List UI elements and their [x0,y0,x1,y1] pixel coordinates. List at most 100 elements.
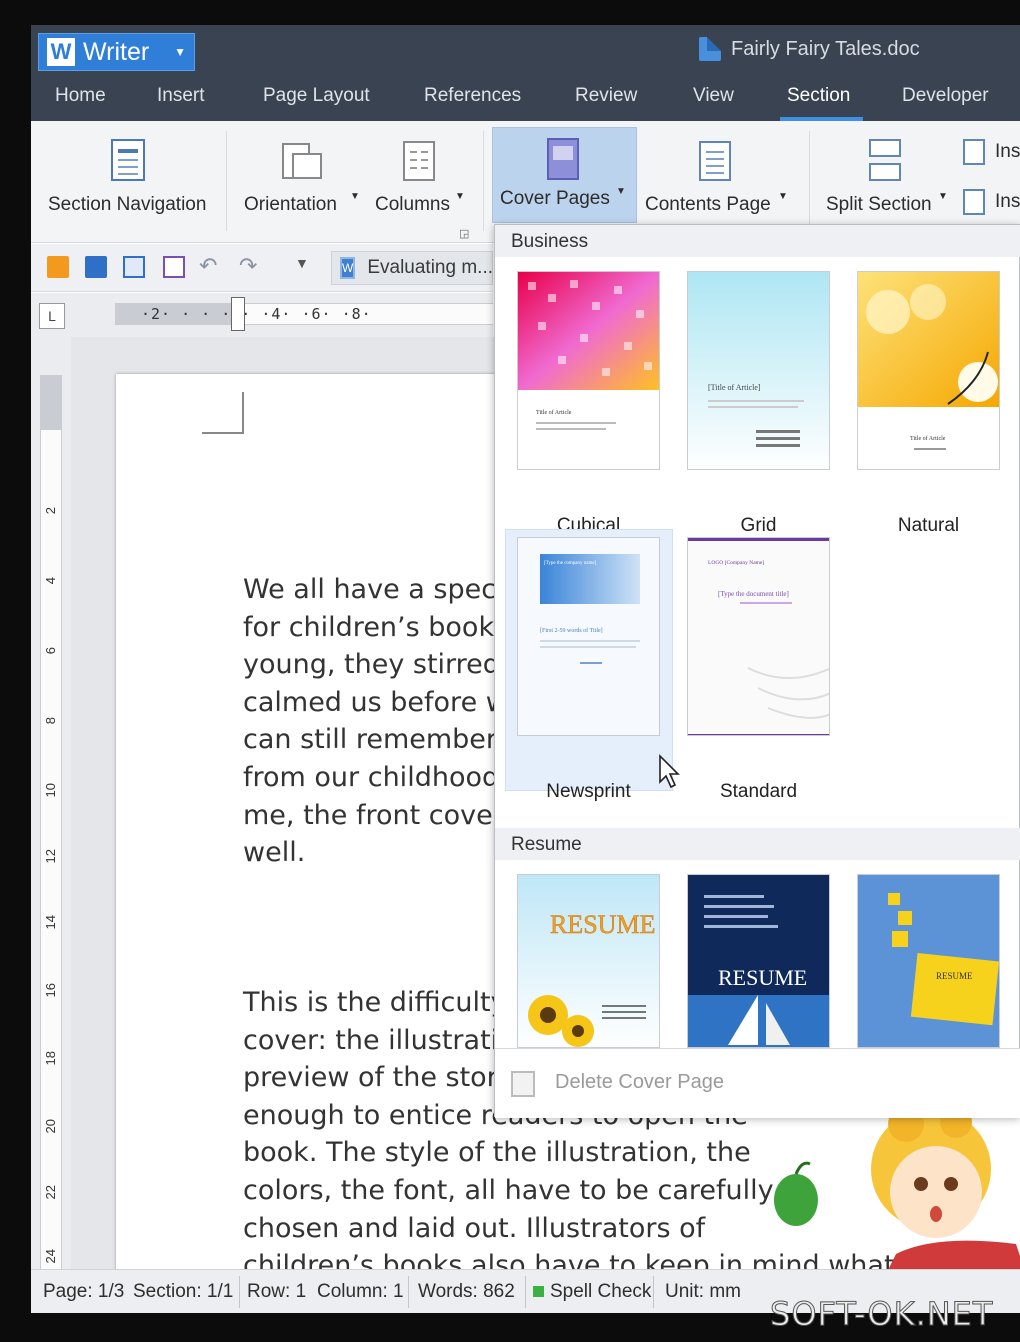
thumb-title: Title of Article [536,409,572,416]
resume-sailboat-preview: RESUME [688,875,829,1047]
resume-sticky-preview: RESUME [858,875,999,1047]
open-folder-icon[interactable] [47,256,69,278]
word-document-icon: W [340,257,356,279]
orientation-button[interactable]: Orientation ▼ [236,127,361,223]
status-words[interactable]: Words: 862 [418,1281,515,1303]
cover-label-grid: Grid [740,515,777,536]
tab-home[interactable]: Home [55,85,106,107]
split-section-icon-lower [869,163,901,181]
title-bar: W Writer ▼ Fairly Fairy Tales.doc [31,25,1020,75]
writer-window: W Writer ▼ Fairly Fairy Tales.doc Home I… [31,25,1020,1313]
indent-marker[interactable] [231,297,245,331]
tab-view[interactable]: View [693,85,734,107]
cover-thumb-natural[interactable]: Title of Article [857,271,1000,470]
thumb-title: [Type the document title] [718,590,789,598]
ruler-number: 20 [43,1119,58,1134]
print-preview-icon[interactable] [163,256,185,278]
ruler-margin [40,375,62,430]
insert-section-icon [963,189,985,215]
ruler-number: 18 [43,1051,58,1066]
delete-cover-page-icon [511,1071,535,1097]
resume-section-header: Resume [495,828,1020,860]
contents-page-icon [699,141,731,181]
status-column[interactable]: Column: 1 [317,1281,404,1303]
undo-icon[interactable]: ↶ [199,253,221,278]
status-page[interactable]: Page: 1/3 [43,1281,124,1303]
columns-button[interactable]: Columns ▼ ◲ [369,127,469,240]
split-section-button[interactable]: Split Section ▼ [821,127,951,223]
cover-thumb-grid[interactable]: [Title of Article] [687,271,830,470]
vertical-ruler[interactable]: 2 4 6 8 10 12 14 16 18 20 22 24 [31,337,71,1269]
status-divider [653,1276,654,1308]
thumb-title: RESUME [936,971,973,981]
contents-page-label: Contents Page [645,194,771,215]
grid-preview: [Title of Article] [688,272,829,469]
cover-thumb-resume-sunflower[interactable]: RESUME [517,874,660,1048]
ruler-number: 14 [43,915,58,930]
document-tab-label: Evaluating m... [367,257,493,278]
insert-break-icon [963,139,985,165]
document-tab[interactable]: W Evaluating m... [331,251,493,285]
chevron-down-icon: ▼ [616,186,626,197]
ruler-number: 8 [43,717,58,725]
cover-pages-gallery: Business Title of Article Cubical [Title… [494,224,1020,1118]
columns-label: Columns [375,194,450,215]
save-icon[interactable] [85,256,107,278]
ruler-number: 24 [43,1249,58,1264]
columns-icon [403,141,435,181]
insert-section-break-button[interactable]: Ins [961,137,1020,171]
cover-thumb-newsprint[interactable]: [Type the company name] [First 2-59 word… [517,537,660,736]
cover-pages-button[interactable]: Cover Pages ▼ [492,127,637,223]
ruler-number: 4 [43,577,58,585]
app-name: Writer [83,37,150,66]
tab-developer[interactable]: Developer [902,85,989,107]
tab-review[interactable]: Review [575,85,637,107]
cover-thumb-resume-sailboat[interactable]: RESUME [687,874,830,1048]
thumb-title: RESUME [718,965,807,990]
spell-check-toggle[interactable]: Spell Check [533,1281,651,1303]
cover-thumb-resume-sticky[interactable]: RESUME [857,874,1000,1048]
cover-pages-label: Cover Pages [500,188,610,209]
customize-toolbar-icon[interactable]: ▼ [295,255,317,277]
chevron-down-icon: ▼ [174,45,186,59]
cover-label-newsprint: Newsprint [546,781,631,802]
ruler-number: 6 [43,647,58,655]
thumb-title: [Title of Article] [708,383,761,392]
print-icon[interactable] [123,256,145,278]
watermark: SOFT-OK.NET [769,1295,994,1334]
tab-insert[interactable]: Insert [157,85,205,107]
status-row[interactable]: Row: 1 [247,1281,306,1303]
insert-section-button[interactable]: Ins [961,187,1020,221]
business-section-header: Business [495,225,1020,257]
chevron-down-icon: ▼ [455,191,465,202]
tab-references[interactable]: References [424,85,521,107]
horizontal-ruler[interactable]: ·2· · · ·2· ·4· ·6· ·8· [31,293,493,337]
status-section[interactable]: Section: 1/1 [133,1281,233,1303]
document-title: Fairly Fairy Tales.doc [699,37,920,61]
section-navigation-button[interactable]: Section Navigation [41,127,221,223]
delete-cover-page-label: Delete Cover Page [555,1071,724,1093]
cover-thumb-standard[interactable]: LOGO [Company Name] [Type the document t… [687,537,830,736]
cover-thumb-cubical[interactable]: Title of Article [517,271,660,470]
ruler-ticks: ·2· · · ·2· ·4· ·6· ·8· [141,305,372,323]
document-icon [699,37,721,61]
ruler-number: 22 [43,1185,58,1200]
redo-icon[interactable]: ↷ [239,253,261,278]
contents-page-button[interactable]: Contents Page ▼ [641,127,791,223]
cubical-preview: Title of Article [518,272,659,430]
resume-sunflower-preview: RESUME [518,875,659,1047]
writer-logo-icon: W [47,38,75,66]
section-navigation-icon [111,139,145,181]
margin-corner-mark [202,392,244,434]
document-title-text: Fairly Fairy Tales.doc [731,37,920,60]
dialog-launcher-icon[interactable]: ◲ [459,227,469,240]
app-menu-button[interactable]: W Writer ▼ [38,33,195,71]
chevron-down-icon: ▼ [938,191,948,202]
delete-cover-page-item[interactable]: Delete Cover Page [495,1048,1020,1118]
newsprint-preview: [Type the company name] [First 2-59 word… [518,538,659,735]
orientation-icon-landscape [292,153,322,179]
status-unit[interactable]: Unit: mm [665,1281,741,1303]
tab-page-layout[interactable]: Page Layout [263,85,370,107]
tab-stop-selector[interactable]: L [39,303,65,329]
tab-section[interactable]: Section [787,85,850,107]
